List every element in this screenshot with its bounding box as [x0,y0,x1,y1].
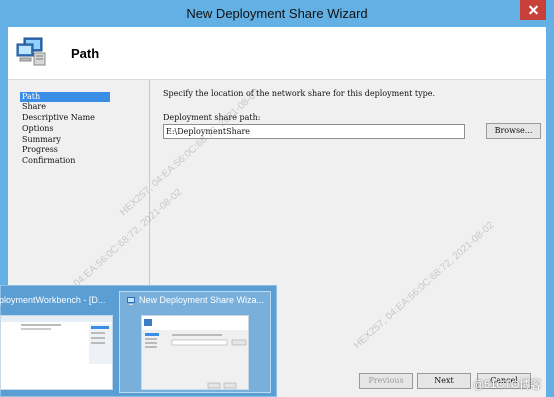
window-title: New Deployment Share Wizard [186,6,368,21]
thumbnail-title-workbench[interactable]: ploymentWorkbench - [D... [0,295,105,305]
wizard-header: Path [8,27,546,80]
step-progress[interactable]: Progress [20,145,60,155]
step-options[interactable]: Options [20,124,56,134]
wizard-preview-image [142,316,248,389]
computer-icon [127,297,135,305]
step-descriptive-name[interactable]: Descriptive Name [20,113,97,123]
title-bar[interactable]: New Deployment Share Wizard [0,0,554,27]
instruction-text: Specify the location of the network shar… [163,89,435,98]
page-title: Path [71,46,100,61]
thumbnail-title-wizard[interactable]: New Deployment Share Wiza... [139,295,264,305]
wizard-window: New Deployment Share Wizard Path Path Sh… [0,0,554,397]
step-confirmation[interactable]: Confirmation [20,156,77,166]
taskbar-thumbnail-popup: ploymentWorkbench - [D... New Deployment… [0,285,277,397]
path-label: Deployment share path: [163,113,261,122]
site-logo-watermark: @51CTO博客 [473,379,542,391]
step-path[interactable]: Path [20,92,110,102]
thumbnail-new-deployment-share-wizard[interactable] [141,315,249,390]
close-button[interactable] [520,0,546,20]
workbench-preview-image [1,316,112,364]
step-share[interactable]: Share [20,102,48,112]
step-summary[interactable]: Summary [20,135,63,145]
next-button[interactable]: Next [417,373,471,389]
previous-button[interactable]: Previous [359,373,413,389]
browse-button[interactable]: Browse... [486,123,541,139]
network-computer-icon [16,37,46,66]
thumbnail-deployment-workbench[interactable] [0,315,113,390]
